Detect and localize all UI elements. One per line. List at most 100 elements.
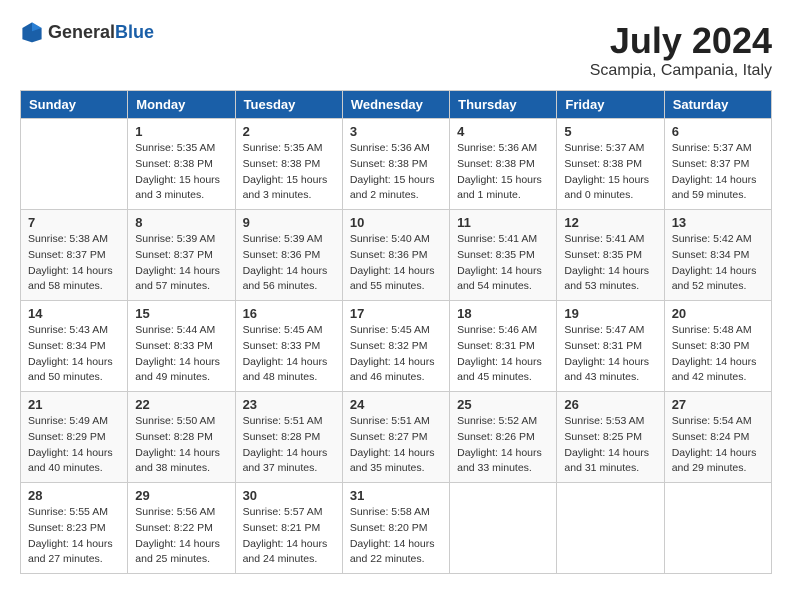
- header-tuesday: Tuesday: [235, 91, 342, 119]
- sunrise-text: Sunrise: 5:52 AM: [457, 415, 537, 427]
- sunrise-text: Sunrise: 5:37 AM: [672, 142, 752, 154]
- sunset-text: Sunset: 8:30 PM: [672, 340, 750, 352]
- day-number: 31: [350, 488, 442, 503]
- table-row: 6 Sunrise: 5:37 AM Sunset: 8:37 PM Dayli…: [664, 119, 771, 210]
- day-info: Sunrise: 5:56 AM Sunset: 8:22 PM Dayligh…: [135, 505, 227, 568]
- header-monday: Monday: [128, 91, 235, 119]
- sunset-text: Sunset: 8:33 PM: [135, 340, 213, 352]
- sunrise-text: Sunrise: 5:48 AM: [672, 324, 752, 336]
- sunrise-text: Sunrise: 5:58 AM: [350, 506, 430, 518]
- sunrise-text: Sunrise: 5:43 AM: [28, 324, 108, 336]
- sunrise-text: Sunrise: 5:54 AM: [672, 415, 752, 427]
- daylight-text: Daylight: 14 hours and 55 minutes.: [350, 265, 435, 293]
- day-info: Sunrise: 5:57 AM Sunset: 8:21 PM Dayligh…: [243, 505, 335, 568]
- day-info: Sunrise: 5:35 AM Sunset: 8:38 PM Dayligh…: [135, 141, 227, 204]
- sunset-text: Sunset: 8:20 PM: [350, 522, 428, 534]
- location-subtitle: Scampia, Campania, Italy: [590, 62, 772, 80]
- table-row: 19 Sunrise: 5:47 AM Sunset: 8:31 PM Dayl…: [557, 301, 664, 392]
- calendar-week-4: 21 Sunrise: 5:49 AM Sunset: 8:29 PM Dayl…: [21, 392, 772, 483]
- sunset-text: Sunset: 8:34 PM: [28, 340, 106, 352]
- daylight-text: Daylight: 14 hours and 31 minutes.: [564, 447, 649, 475]
- day-number: 8: [135, 215, 227, 230]
- table-row: 16 Sunrise: 5:45 AM Sunset: 8:33 PM Dayl…: [235, 301, 342, 392]
- sunset-text: Sunset: 8:33 PM: [243, 340, 321, 352]
- day-info: Sunrise: 5:37 AM Sunset: 8:38 PM Dayligh…: [564, 141, 656, 204]
- table-row: 28 Sunrise: 5:55 AM Sunset: 8:23 PM Dayl…: [21, 483, 128, 574]
- table-row: 11 Sunrise: 5:41 AM Sunset: 8:35 PM Dayl…: [450, 210, 557, 301]
- day-number: 7: [28, 215, 120, 230]
- table-row: 27 Sunrise: 5:54 AM Sunset: 8:24 PM Dayl…: [664, 392, 771, 483]
- daylight-text: Daylight: 15 hours and 0 minutes.: [564, 174, 649, 202]
- sunrise-text: Sunrise: 5:39 AM: [135, 233, 215, 245]
- table-row: 4 Sunrise: 5:36 AM Sunset: 8:38 PM Dayli…: [450, 119, 557, 210]
- daylight-text: Daylight: 14 hours and 50 minutes.: [28, 356, 113, 384]
- day-number: 12: [564, 215, 656, 230]
- day-info: Sunrise: 5:35 AM Sunset: 8:38 PM Dayligh…: [243, 141, 335, 204]
- header-thursday: Thursday: [450, 91, 557, 119]
- day-info: Sunrise: 5:51 AM Sunset: 8:27 PM Dayligh…: [350, 414, 442, 477]
- header-sunday: Sunday: [21, 91, 128, 119]
- table-row: [450, 483, 557, 574]
- sunrise-text: Sunrise: 5:37 AM: [564, 142, 644, 154]
- sunset-text: Sunset: 8:31 PM: [457, 340, 535, 352]
- day-info: Sunrise: 5:36 AM Sunset: 8:38 PM Dayligh…: [350, 141, 442, 204]
- table-row: 2 Sunrise: 5:35 AM Sunset: 8:38 PM Dayli…: [235, 119, 342, 210]
- calendar-week-2: 7 Sunrise: 5:38 AM Sunset: 8:37 PM Dayli…: [21, 210, 772, 301]
- sunset-text: Sunset: 8:28 PM: [135, 431, 213, 443]
- table-row: 5 Sunrise: 5:37 AM Sunset: 8:38 PM Dayli…: [557, 119, 664, 210]
- daylight-text: Daylight: 14 hours and 52 minutes.: [672, 265, 757, 293]
- header-saturday: Saturday: [664, 91, 771, 119]
- daylight-text: Daylight: 14 hours and 24 minutes.: [243, 538, 328, 566]
- sunset-text: Sunset: 8:35 PM: [564, 249, 642, 261]
- month-year-title: July 2024: [590, 20, 772, 62]
- title-block: July 2024 Scampia, Campania, Italy: [590, 20, 772, 80]
- sunrise-text: Sunrise: 5:55 AM: [28, 506, 108, 518]
- day-info: Sunrise: 5:50 AM Sunset: 8:28 PM Dayligh…: [135, 414, 227, 477]
- day-info: Sunrise: 5:38 AM Sunset: 8:37 PM Dayligh…: [28, 232, 120, 295]
- table-row: 29 Sunrise: 5:56 AM Sunset: 8:22 PM Dayl…: [128, 483, 235, 574]
- day-number: 15: [135, 306, 227, 321]
- sunset-text: Sunset: 8:23 PM: [28, 522, 106, 534]
- sunrise-text: Sunrise: 5:36 AM: [457, 142, 537, 154]
- sunset-text: Sunset: 8:36 PM: [243, 249, 321, 261]
- sunset-text: Sunset: 8:36 PM: [350, 249, 428, 261]
- daylight-text: Daylight: 14 hours and 22 minutes.: [350, 538, 435, 566]
- daylight-text: Daylight: 14 hours and 35 minutes.: [350, 447, 435, 475]
- table-row: 31 Sunrise: 5:58 AM Sunset: 8:20 PM Dayl…: [342, 483, 449, 574]
- day-info: Sunrise: 5:43 AM Sunset: 8:34 PM Dayligh…: [28, 323, 120, 386]
- day-info: Sunrise: 5:39 AM Sunset: 8:37 PM Dayligh…: [135, 232, 227, 295]
- sunrise-text: Sunrise: 5:50 AM: [135, 415, 215, 427]
- calendar-week-5: 28 Sunrise: 5:55 AM Sunset: 8:23 PM Dayl…: [21, 483, 772, 574]
- table-row: 12 Sunrise: 5:41 AM Sunset: 8:35 PM Dayl…: [557, 210, 664, 301]
- sunrise-text: Sunrise: 5:51 AM: [350, 415, 430, 427]
- day-number: 14: [28, 306, 120, 321]
- table-row: 25 Sunrise: 5:52 AM Sunset: 8:26 PM Dayl…: [450, 392, 557, 483]
- daylight-text: Daylight: 14 hours and 37 minutes.: [243, 447, 328, 475]
- sunrise-text: Sunrise: 5:47 AM: [564, 324, 644, 336]
- table-row: 26 Sunrise: 5:53 AM Sunset: 8:25 PM Dayl…: [557, 392, 664, 483]
- sunrise-text: Sunrise: 5:41 AM: [457, 233, 537, 245]
- sunset-text: Sunset: 8:29 PM: [28, 431, 106, 443]
- table-row: [664, 483, 771, 574]
- sunset-text: Sunset: 8:24 PM: [672, 431, 750, 443]
- table-row: 13 Sunrise: 5:42 AM Sunset: 8:34 PM Dayl…: [664, 210, 771, 301]
- daylight-text: Daylight: 14 hours and 27 minutes.: [28, 538, 113, 566]
- daylight-text: Daylight: 14 hours and 45 minutes.: [457, 356, 542, 384]
- sunset-text: Sunset: 8:37 PM: [135, 249, 213, 261]
- daylight-text: Daylight: 14 hours and 33 minutes.: [457, 447, 542, 475]
- sunset-text: Sunset: 8:38 PM: [135, 158, 213, 170]
- daylight-text: Daylight: 14 hours and 46 minutes.: [350, 356, 435, 384]
- day-number: 2: [243, 124, 335, 139]
- daylight-text: Daylight: 15 hours and 3 minutes.: [243, 174, 328, 202]
- day-info: Sunrise: 5:54 AM Sunset: 8:24 PM Dayligh…: [672, 414, 764, 477]
- day-number: 1: [135, 124, 227, 139]
- day-info: Sunrise: 5:47 AM Sunset: 8:31 PM Dayligh…: [564, 323, 656, 386]
- table-row: 22 Sunrise: 5:50 AM Sunset: 8:28 PM Dayl…: [128, 392, 235, 483]
- day-info: Sunrise: 5:55 AM Sunset: 8:23 PM Dayligh…: [28, 505, 120, 568]
- daylight-text: Daylight: 15 hours and 2 minutes.: [350, 174, 435, 202]
- table-row: 30 Sunrise: 5:57 AM Sunset: 8:21 PM Dayl…: [235, 483, 342, 574]
- day-info: Sunrise: 5:42 AM Sunset: 8:34 PM Dayligh…: [672, 232, 764, 295]
- calendar-header-row: Sunday Monday Tuesday Wednesday Thursday…: [21, 91, 772, 119]
- sunset-text: Sunset: 8:26 PM: [457, 431, 535, 443]
- calendar-week-3: 14 Sunrise: 5:43 AM Sunset: 8:34 PM Dayl…: [21, 301, 772, 392]
